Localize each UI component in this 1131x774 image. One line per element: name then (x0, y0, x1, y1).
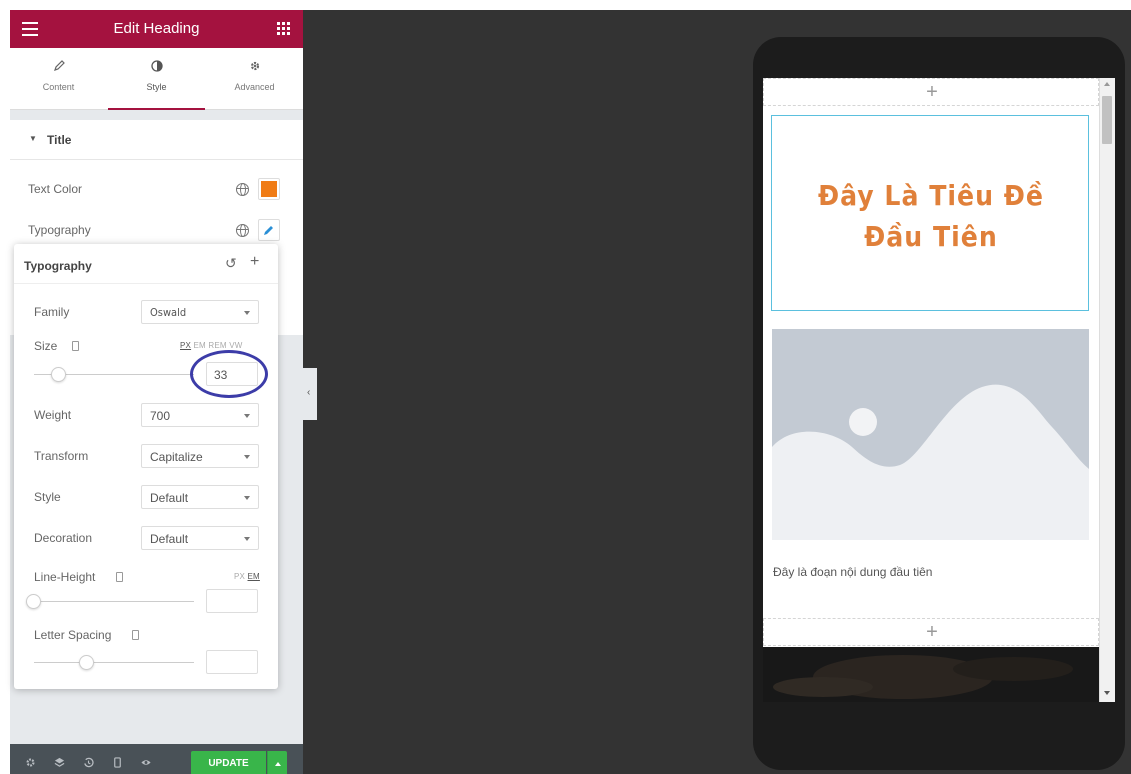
gear-icon (206, 60, 303, 76)
panel-header: Edit Heading (10, 10, 303, 48)
device-icon[interactable] (132, 630, 139, 640)
typography-label: Typography (28, 223, 91, 237)
line-height-label: Line-Height (34, 570, 96, 584)
tab-advanced[interactable]: Advanced (206, 48, 303, 110)
device-icon[interactable] (116, 572, 123, 582)
typography-edit-button[interactable] (258, 219, 280, 241)
reset-icon[interactable]: ↺ (225, 255, 237, 272)
line-height-units: PX EM (234, 572, 260, 581)
font-style-select[interactable]: Default (141, 485, 259, 509)
eye-icon[interactable] (140, 757, 152, 769)
scroll-up-arrow-icon[interactable] (1104, 82, 1110, 86)
highlight-circle (190, 350, 268, 398)
tab-content[interactable]: Content (10, 48, 107, 110)
letter-spacing-slider-handle[interactable] (79, 655, 94, 670)
font-weight-select[interactable]: 700 (141, 403, 259, 427)
update-button[interactable]: UPDATE (191, 751, 266, 774)
color-swatch-fill (261, 181, 277, 197)
letter-spacing-input[interactable] (206, 650, 258, 674)
unit-vw[interactable]: VW (229, 341, 242, 350)
scroll-down-arrow-icon[interactable] (1104, 691, 1110, 695)
collapse-panel-button[interactable]: ‹ (303, 368, 317, 420)
half-circle-icon (108, 60, 205, 76)
update-options-button[interactable] (267, 751, 287, 774)
unit-px[interactable]: PX (234, 572, 245, 581)
size-units: PX EM REM VW (180, 341, 242, 350)
add-section-bottom[interactable]: + (763, 618, 1099, 646)
chevron-left-icon: ‹ (307, 387, 311, 398)
landscape-image-icon (772, 384, 1089, 540)
unit-em[interactable]: EM (194, 341, 206, 350)
letter-spacing-slider-track[interactable] (34, 662, 194, 663)
scrollbar-thumb[interactable] (1102, 96, 1112, 144)
gear-icon[interactable] (24, 757, 36, 769)
size-slider-handle[interactable] (51, 367, 66, 382)
section-title-toggle[interactable]: ▼ Title (10, 120, 303, 160)
transform-label: Transform (34, 449, 89, 463)
typography-popover-title: Typography (24, 259, 92, 273)
text-color-label: Text Color (28, 182, 83, 196)
text-color-swatch[interactable] (258, 178, 280, 200)
text-editor-paragraph[interactable]: Đây là đoạn nội dung đầu tiên (773, 565, 932, 579)
panel-title: Edit Heading (113, 20, 200, 37)
tab-style[interactable]: Style (108, 48, 205, 110)
section-title-label: Title (47, 133, 72, 147)
line-height-slider-track[interactable] (34, 601, 194, 602)
widgets-grid-icon[interactable] (277, 22, 290, 35)
heading-line-2: Đầu Tiên (864, 220, 998, 253)
preview-scrollbar[interactable] (1099, 78, 1115, 702)
typography-popover: Typography ↺ + Family Oswald Size PX EM … (14, 244, 278, 689)
dark-photo-image (763, 647, 1099, 702)
unit-px[interactable]: PX (180, 341, 191, 350)
line-height-input[interactable] (206, 589, 258, 613)
unit-em[interactable]: EM (248, 572, 260, 581)
globe-icon[interactable] (236, 224, 249, 237)
typography-popover-header: Typography ↺ + (14, 244, 278, 284)
background-image-section (763, 647, 1099, 702)
plus-icon: + (926, 81, 938, 103)
line-height-slider-handle[interactable] (26, 594, 41, 609)
heading-line-1: Đây Là Tiêu Đề (817, 179, 1045, 212)
pencil-icon (10, 60, 107, 76)
mobile-preview-screen: + Đây Là Tiêu Đề Đầu Tiên Đây là đoạn nộ… (763, 78, 1115, 702)
plus-icon: + (926, 621, 938, 643)
caret-down-icon: ▼ (29, 134, 37, 143)
tab-style-label: Style (146, 82, 167, 92)
panel-tabs: Content Style Advanced (10, 48, 303, 110)
layers-icon[interactable] (53, 757, 65, 769)
unit-rem[interactable]: REM (208, 341, 226, 350)
device-icon[interactable] (72, 341, 79, 351)
pencil-icon (264, 226, 273, 235)
add-section-top[interactable]: + (763, 78, 1099, 106)
decoration-label: Decoration (34, 531, 93, 545)
history-icon[interactable] (82, 757, 94, 769)
text-transform-select[interactable]: Capitalize (141, 444, 259, 468)
text-decoration-select[interactable]: Default (141, 526, 259, 550)
letter-spacing-label: Letter Spacing (34, 628, 112, 642)
font-family-select[interactable]: Oswald (141, 300, 259, 324)
plus-icon[interactable]: + (250, 253, 259, 271)
image-placeholder[interactable] (772, 329, 1089, 540)
heading-text: Đây Là Tiêu Đề Đầu Tiên (772, 175, 1090, 257)
globe-icon[interactable] (236, 183, 249, 196)
weight-label: Weight (34, 408, 72, 422)
responsive-icon[interactable] (111, 757, 123, 769)
panel-footer: UPDATE (10, 744, 303, 774)
tab-content-label: Content (42, 82, 75, 92)
size-label: Size (34, 339, 58, 353)
style-label: Style (34, 490, 61, 504)
heading-widget[interactable]: Đây Là Tiêu Đề Đầu Tiên (771, 115, 1089, 311)
tab-advanced-label: Advanced (234, 82, 275, 92)
family-label: Family (34, 305, 70, 319)
